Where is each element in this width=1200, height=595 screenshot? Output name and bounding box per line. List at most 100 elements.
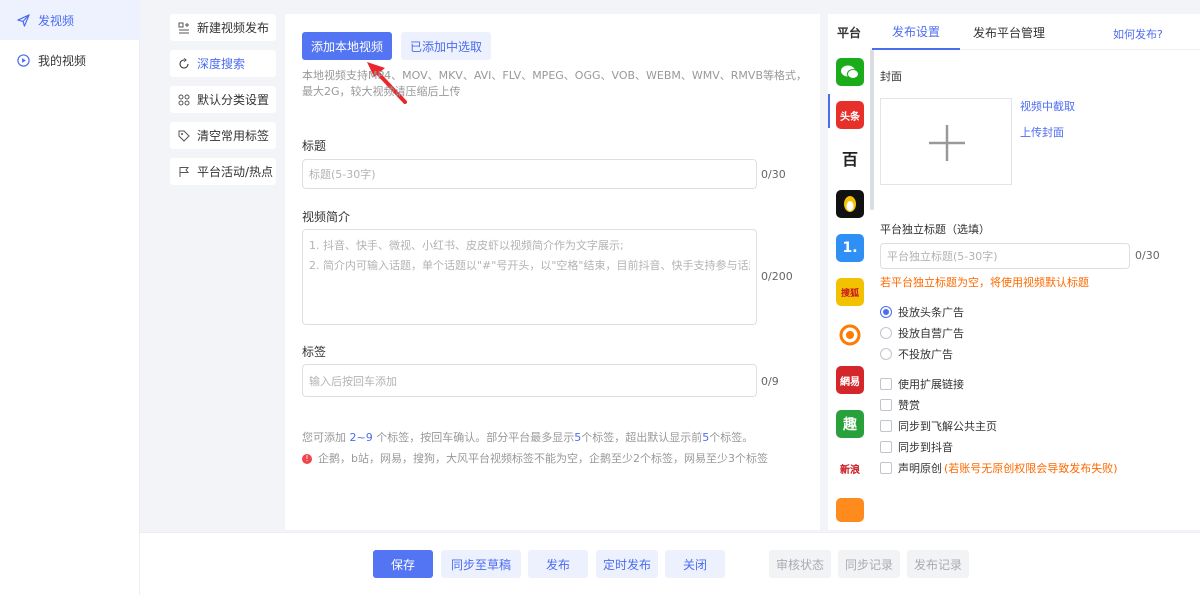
warning-text: 企鹅，b站，网易，搜狗，大风平台视频标签不能为空，企鹅至少2个标签，网易至少3个… <box>318 452 768 465</box>
ad-option-self[interactable]: 投放自营广告 <box>880 325 964 341</box>
nav-item-publish-video[interactable]: 发视频 <box>0 0 140 40</box>
checkbox-declare-original[interactable]: 声明原创 (若账号无原创权限会导致发布失败) <box>880 460 1118 476</box>
platform-netease-icon[interactable]: 網易 <box>836 366 864 394</box>
nav-item-label: 发视频 <box>38 13 75 28</box>
tool-label: 新建视频发布 <box>197 21 270 35</box>
checkbox-icon <box>880 441 892 453</box>
settings-tabs: 发布设置 发布平台管理 如何发布? <box>870 14 1200 50</box>
option-label: 不投放广告 <box>898 348 953 361</box>
platform-wechat-icon[interactable] <box>836 58 864 86</box>
option-label: 同步到抖音 <box>898 441 953 454</box>
cover-from-video-link[interactable]: 视频中截取 <box>1020 98 1075 114</box>
platform-yidian-icon[interactable]: 1. <box>836 234 864 262</box>
how-to-publish-link[interactable]: 如何发布? <box>1113 26 1163 42</box>
settings-scrollbar[interactable] <box>870 50 874 210</box>
platform-label: 網易 <box>840 376 860 388</box>
tip-text: 您可添加 <box>302 431 350 444</box>
platform-label: 搜狐 <box>840 288 859 299</box>
checkbox-icon <box>880 378 892 390</box>
play-circle-icon <box>16 53 30 67</box>
option-label: 使用扩展链接 <box>898 378 964 391</box>
tool-deep-search[interactable]: 深度搜索 <box>170 50 276 77</box>
publish-settings-panel: 发布设置 发布平台管理 如何发布? 封面 视频中截取 上传封面 平台独立标题（选… <box>870 14 1200 530</box>
flag-icon <box>178 166 190 178</box>
platform-column: 平台 头条 百 1. 搜狐 網易 趣 新浪 <box>828 14 870 530</box>
add-local-video-button[interactable]: 添加本地视频 <box>302 32 392 60</box>
ad-option-none[interactable]: 不投放广告 <box>880 346 953 362</box>
platform-label: 头条 <box>840 111 860 123</box>
nav-item-my-videos[interactable]: 我的视频 <box>0 40 140 80</box>
original-warning: (若账号无原创权限会导致发布失败) <box>944 462 1118 475</box>
close-button[interactable]: 关闭 <box>665 550 725 578</box>
intro-placeholder-line2: 2. 简介内可输入话题，单个话题以"#"号开头，以"空格"结束，目前抖音、快手支… <box>309 259 750 272</box>
tags-label: 标签 <box>302 345 327 359</box>
tab-publish-settings[interactable]: 发布设置 <box>872 14 960 50</box>
tool-new-publish[interactable]: 新建视频发布 <box>170 14 276 41</box>
platform-label: 1. <box>842 240 858 256</box>
option-label: 同步到飞解公共主页 <box>898 420 997 433</box>
title-input[interactable]: 标题(5-30字) <box>302 159 757 189</box>
checkbox-sync-douyin[interactable]: 同步到抖音 <box>880 439 953 455</box>
checkbox-icon <box>880 420 892 432</box>
platform-baijia-icon[interactable]: 百 <box>836 144 864 172</box>
save-button[interactable]: 保存 <box>373 550 433 578</box>
tool-platform-activity[interactable]: 平台活动/热点 <box>170 158 276 185</box>
schedule-publish-button[interactable]: 定时发布 <box>596 550 658 578</box>
tool-label: 平台活动/热点 <box>197 165 274 179</box>
intro-counter: 0/200 <box>761 270 793 283</box>
tool-label: 默认分类设置 <box>197 93 270 107</box>
upload-cover-link[interactable]: 上传封面 <box>1020 124 1064 140</box>
tag-icon <box>178 130 190 142</box>
platform-label: 百 <box>841 150 858 169</box>
warning-icon: ! <box>302 454 312 464</box>
title-label: 标题 <box>302 139 327 153</box>
tab-platform-management[interactable]: 发布平台管理 <box>964 14 1054 50</box>
option-label: 投放自营广告 <box>898 327 964 340</box>
tip-text: 个标签，按回车确认。部分平台最多显示 <box>372 431 575 444</box>
radio-icon <box>880 327 892 339</box>
tool-clear-tags[interactable]: 清空常用标签 <box>170 122 276 149</box>
standalone-title-input[interactable]: 平台独立标题(5-30字) <box>880 243 1130 269</box>
title-counter: 0/30 <box>761 168 786 181</box>
platform-label: 新浪 <box>840 464 860 476</box>
ad-option-toutiao[interactable]: 投放头条广告 <box>880 304 964 320</box>
standalone-title-counter: 0/30 <box>1135 249 1160 262</box>
option-label: 赞赏 <box>898 399 920 412</box>
intro-textarea[interactable]: 1. 抖音、快手、微视、小红书、皮皮虾以视频简介作为文字展示; 2. 简介内可输… <box>302 229 757 325</box>
sync-record-button[interactable]: 同步记录 <box>838 550 900 578</box>
standalone-title-hint: 若平台独立标题为空，将使用视频默认标题 <box>880 276 1089 289</box>
platform-label: 趣 <box>843 417 857 433</box>
tool-label: 清空常用标签 <box>197 129 270 143</box>
new-publish-icon <box>178 22 190 34</box>
platform-toutiao-icon[interactable]: 头条 <box>836 101 864 129</box>
platform-header: 平台 <box>836 25 861 40</box>
platform-dafeng-icon[interactable] <box>836 321 864 349</box>
standalone-title-label: 平台独立标题（选填） <box>880 223 990 236</box>
tags-tip: 您可添加 2~9 个标签，按回车确认。部分平台最多显示5个标签，超出默认显示前5… <box>302 429 753 445</box>
publish-button[interactable]: 发布 <box>528 550 588 578</box>
platform-xinlang-icon[interactable]: 新浪 <box>836 454 864 482</box>
intro-label: 视频简介 <box>302 210 351 224</box>
pick-from-added-button[interactable]: 已添加中选取 <box>401 32 491 60</box>
checkbox-sync-homepage[interactable]: 同步到飞解公共主页 <box>880 418 997 434</box>
review-status-button[interactable]: 审核状态 <box>769 550 831 578</box>
sync-draft-button[interactable]: 同步至草稿 <box>441 550 521 578</box>
intro-placeholder-line1: 1. 抖音、快手、微视、小红书、皮皮虾以视频简介作为文字展示; <box>309 239 624 252</box>
checkbox-extended-link[interactable]: 使用扩展链接 <box>880 376 964 392</box>
refresh-search-icon <box>178 57 190 70</box>
tool-default-category[interactable]: 默认分类设置 <box>170 86 276 113</box>
checkbox-tip[interactable]: 赞赏 <box>880 397 920 413</box>
publish-record-button[interactable]: 发布记录 <box>907 550 969 578</box>
cover-label: 封面 <box>880 70 902 83</box>
grid-icon <box>178 94 190 106</box>
cover-upload-box[interactable] <box>880 98 1012 185</box>
platform-more-icon[interactable] <box>836 498 864 522</box>
tags-input[interactable]: 输入后按回车添加 <box>302 364 757 397</box>
tool-label: 深度搜索 <box>197 57 246 71</box>
tip-range: 2~9 <box>349 431 373 444</box>
left-nav: 发视频 我的视频 <box>0 0 140 595</box>
platform-qutoutiao-icon[interactable]: 趣 <box>836 410 864 438</box>
platform-penguin-icon[interactable] <box>836 190 864 218</box>
tags-counter: 0/9 <box>761 375 779 388</box>
platform-sohu-icon[interactable]: 搜狐 <box>836 278 864 306</box>
